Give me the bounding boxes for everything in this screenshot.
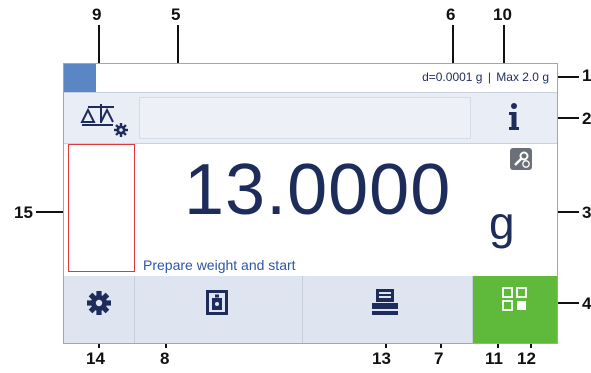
info-button[interactable] [472, 93, 557, 143]
tare-button[interactable] [135, 276, 303, 343]
balance-settings-button[interactable] [64, 93, 135, 143]
weighing-capacity-indicator [68, 144, 135, 272]
leader-line-1 [557, 76, 579, 78]
status-bar: d=0.0001 g | Max 2.0 g [64, 64, 557, 93]
weight-icon [206, 290, 228, 315]
apps-icon [502, 287, 527, 311]
action-bar [64, 276, 557, 343]
weighing-area: 13.0000 g Prepare weight and start [64, 144, 557, 276]
status-indicator[interactable] [64, 64, 96, 92]
callout-3: 3 [582, 203, 591, 222]
service-wrench-icon[interactable] [510, 148, 532, 170]
callout-1: 1 [582, 66, 591, 85]
callout-15: 15 [14, 203, 33, 222]
info-icon [509, 103, 519, 130]
weight-value: 13.0000 [184, 150, 452, 230]
leader-line-4 [557, 302, 579, 304]
weight-unit[interactable]: g [489, 200, 515, 246]
callout-7: 7 [434, 349, 444, 368]
leader-line-3 [557, 211, 579, 213]
callout-4: 4 [582, 294, 591, 313]
status-message: Prepare weight and start [143, 257, 296, 273]
callout-2: 2 [582, 109, 591, 128]
status-info: d=0.0001 g | Max 2.0 g [422, 70, 549, 84]
readability-text: d=0.0001 g [422, 70, 483, 84]
capacity-text: Max 2.0 g [496, 70, 549, 84]
callout-14: 14 [86, 349, 105, 368]
callout-5: 5 [171, 5, 181, 24]
callout-6: 6 [446, 5, 456, 24]
callout-9: 9 [92, 5, 102, 24]
gear-icon [87, 291, 111, 315]
callout-8: 8 [160, 349, 170, 368]
balance-settings-icon [80, 104, 128, 137]
leader-line-2 [557, 117, 579, 119]
callout-11: 11 [485, 349, 503, 368]
print-button[interactable] [303, 276, 473, 343]
toolbar [64, 93, 557, 144]
separator: | [487, 70, 491, 84]
toolbar-field[interactable] [139, 97, 471, 139]
callout-10: 10 [493, 5, 512, 24]
balance-screen: d=0.0001 g | Max 2.0 g 13.0000 g Prepare… [63, 63, 558, 344]
callout-12: 12 [517, 349, 536, 368]
apps-button[interactable] [473, 276, 557, 343]
settings-button[interactable] [64, 276, 135, 343]
callout-13: 13 [372, 349, 391, 368]
printer-icon [372, 289, 398, 315]
